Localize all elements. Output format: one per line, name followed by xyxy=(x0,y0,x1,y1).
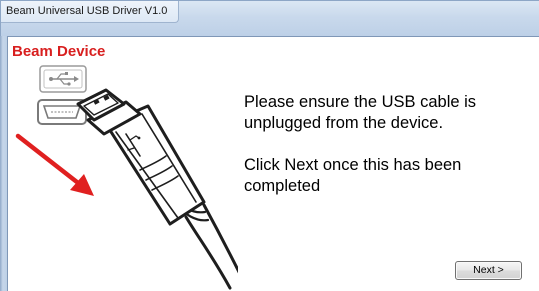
instruction-text-next: Click Next once this has been completed xyxy=(244,156,462,195)
brand-label: Beam Device xyxy=(12,43,106,60)
instruction-text-unplug: Please ensure the USB cable is unplugged… xyxy=(244,93,477,132)
usb-unplug-illustration xyxy=(15,65,238,290)
title-bar[interactable]: Beam Universal USB Driver V1.0 xyxy=(0,0,539,36)
window-frame-left xyxy=(0,36,7,291)
usb-a-port-icon xyxy=(39,65,87,93)
installer-window: Beam Universal USB Driver V1.0 Beam Devi… xyxy=(0,0,539,291)
instruction-message: Please ensure the USB cable is unplugged… xyxy=(244,92,534,218)
next-button[interactable]: Next > xyxy=(455,261,522,280)
mini-usb-cable-icon xyxy=(76,88,238,290)
window-title: Beam Universal USB Driver V1.0 xyxy=(6,5,168,17)
title-tab: Beam Universal USB Driver V1.0 xyxy=(1,1,179,23)
red-arrow-icon xyxy=(15,133,94,196)
